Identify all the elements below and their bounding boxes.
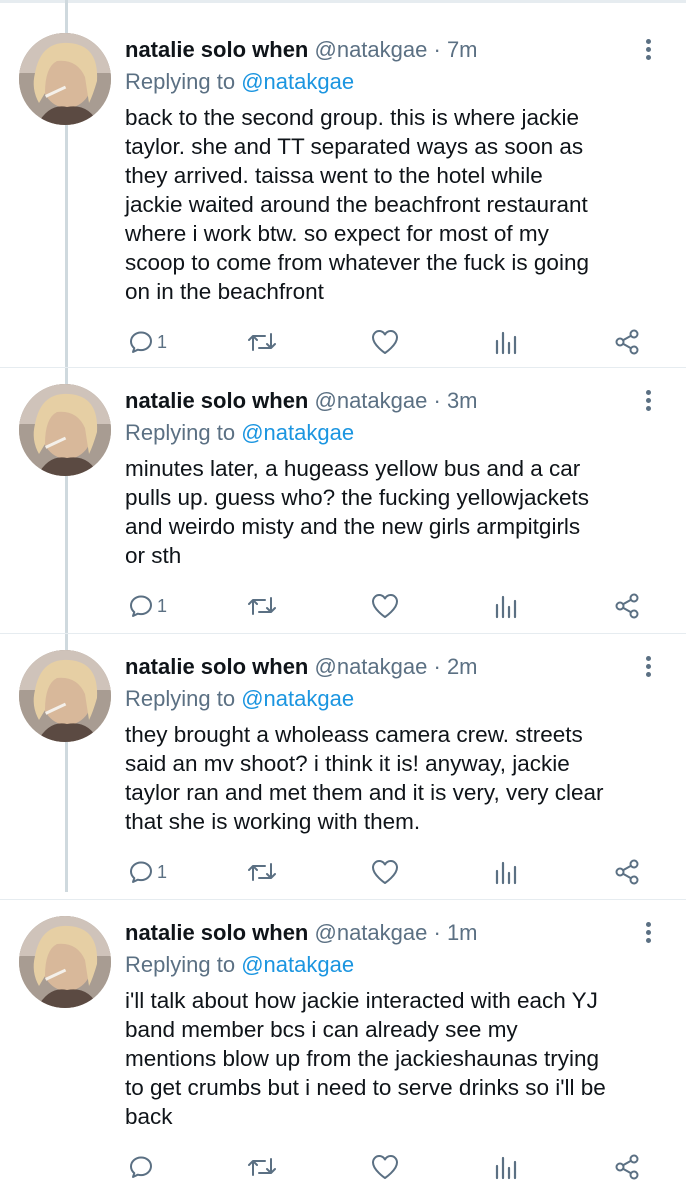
share-icon bbox=[615, 1154, 639, 1180]
display-name[interactable]: natalie solo when bbox=[125, 654, 308, 679]
separator-dot: · bbox=[433, 920, 441, 945]
share-button[interactable] bbox=[613, 590, 641, 622]
replying-to-mention[interactable]: @natakgae bbox=[241, 69, 354, 94]
tweet-2[interactable]: natalie solo when @natakgae · 3m Replyin… bbox=[0, 384, 686, 634]
display-name[interactable]: natalie solo when bbox=[125, 37, 308, 62]
avatar[interactable] bbox=[19, 384, 111, 476]
action-bar: 1 bbox=[125, 326, 655, 358]
display-name[interactable]: natalie solo when bbox=[125, 920, 308, 945]
reply-icon bbox=[130, 1156, 152, 1178]
share-button[interactable] bbox=[613, 856, 641, 888]
tweet-text: they brought a wholeass camera crew. str… bbox=[125, 722, 604, 834]
tweet-divider bbox=[0, 633, 686, 634]
retweet-icon bbox=[248, 863, 276, 881]
replying-to: Replying to @natakgae bbox=[125, 418, 354, 448]
replying-to: Replying to @natakgae bbox=[125, 67, 354, 97]
avatar[interactable] bbox=[19, 650, 111, 742]
display-name[interactable]: natalie solo when bbox=[125, 388, 308, 413]
reply-icon bbox=[130, 861, 152, 883]
analytics-button[interactable] bbox=[493, 590, 519, 622]
action-bar bbox=[125, 1151, 655, 1183]
timestamp[interactable]: 1m bbox=[447, 920, 478, 945]
retweet-button[interactable] bbox=[247, 856, 277, 888]
analytics-icon bbox=[495, 861, 517, 885]
replying-to-mention[interactable]: @natakgae bbox=[241, 952, 354, 977]
replying-to-mention[interactable]: @natakgae bbox=[241, 420, 354, 445]
share-button[interactable] bbox=[613, 1151, 641, 1183]
tweet-text: back to the second group. this is where … bbox=[125, 105, 589, 304]
tweet-3[interactable]: natalie solo when @natakgae · 2m Replyin… bbox=[0, 650, 686, 900]
timestamp[interactable]: 3m bbox=[447, 388, 478, 413]
replying-to: Replying to @natakgae bbox=[125, 684, 354, 714]
separator-dot: · bbox=[433, 654, 441, 679]
user-handle[interactable]: @natakgae bbox=[315, 388, 428, 413]
reply-button[interactable] bbox=[129, 1151, 157, 1183]
avatar[interactable] bbox=[19, 33, 111, 125]
user-handle[interactable]: @natakgae bbox=[315, 654, 428, 679]
reply-icon bbox=[130, 595, 152, 617]
reply-button[interactable]: 1 bbox=[129, 590, 167, 622]
like-button[interactable] bbox=[371, 326, 399, 358]
reply-button[interactable]: 1 bbox=[129, 326, 167, 358]
tweet-divider bbox=[0, 367, 686, 368]
analytics-button[interactable] bbox=[493, 856, 519, 888]
retweet-icon bbox=[248, 333, 276, 351]
like-icon bbox=[372, 1155, 398, 1179]
user-handle[interactable]: @natakgae bbox=[315, 37, 428, 62]
retweet-button[interactable] bbox=[247, 326, 277, 358]
share-icon bbox=[615, 593, 639, 619]
reply-count: 1 bbox=[157, 861, 168, 882]
tweet-divider bbox=[0, 899, 686, 900]
retweet-button[interactable] bbox=[247, 590, 277, 622]
share-icon bbox=[615, 329, 639, 355]
replying-to-label: Replying to bbox=[125, 420, 236, 445]
replying-to: Replying to @natakgae bbox=[125, 950, 354, 980]
avatar[interactable] bbox=[19, 916, 111, 1008]
more-options-icon[interactable] bbox=[638, 37, 660, 63]
like-icon bbox=[372, 594, 398, 618]
share-icon bbox=[615, 859, 639, 885]
tweet-text: minutes later, a hugeass yellow bus and … bbox=[125, 456, 590, 568]
separator-dot: · bbox=[433, 388, 441, 413]
analytics-button[interactable] bbox=[493, 1151, 519, 1183]
more-options-icon[interactable] bbox=[638, 388, 660, 414]
replying-to-label: Replying to bbox=[125, 952, 236, 977]
separator-dot: · bbox=[433, 37, 441, 62]
retweet-button[interactable] bbox=[247, 1151, 277, 1183]
share-button[interactable] bbox=[613, 326, 641, 358]
tweet-header: natalie solo when @natakgae · 2m bbox=[125, 652, 478, 682]
reply-count: 1 bbox=[157, 331, 168, 352]
retweet-icon bbox=[248, 1158, 276, 1176]
like-button[interactable] bbox=[371, 856, 399, 888]
tweet-header: natalie solo when @natakgae · 1m bbox=[125, 918, 478, 948]
top-divider bbox=[0, 0, 686, 3]
analytics-icon bbox=[495, 331, 517, 355]
tweet-4[interactable]: natalie solo when @natakgae · 1m Replyin… bbox=[0, 916, 686, 1200]
user-handle[interactable]: @natakgae bbox=[315, 920, 428, 945]
tweet-header: natalie solo when @natakgae · 7m bbox=[125, 35, 478, 65]
tweet-header: natalie solo when @natakgae · 3m bbox=[125, 386, 478, 416]
replying-to-mention[interactable]: @natakgae bbox=[241, 686, 354, 711]
timestamp[interactable]: 2m bbox=[447, 654, 478, 679]
reply-icon bbox=[130, 331, 152, 353]
retweet-icon bbox=[248, 597, 276, 615]
timestamp[interactable]: 7m bbox=[447, 37, 478, 62]
reply-button[interactable]: 1 bbox=[129, 856, 167, 888]
analytics-icon bbox=[495, 1156, 517, 1180]
tweet-1[interactable]: natalie solo when @natakgae · 7m Replyin… bbox=[0, 33, 686, 368]
more-options-icon[interactable] bbox=[638, 654, 660, 680]
like-button[interactable] bbox=[371, 590, 399, 622]
reply-count: 1 bbox=[157, 595, 168, 616]
analytics-button[interactable] bbox=[493, 326, 519, 358]
like-icon bbox=[372, 330, 398, 354]
action-bar: 1 bbox=[125, 590, 655, 622]
like-icon bbox=[372, 860, 398, 884]
action-bar: 1 bbox=[125, 856, 655, 888]
replying-to-label: Replying to bbox=[125, 686, 236, 711]
more-options-icon[interactable] bbox=[638, 920, 660, 946]
analytics-icon bbox=[495, 595, 517, 619]
replying-to-label: Replying to bbox=[125, 69, 236, 94]
like-button[interactable] bbox=[371, 1151, 399, 1183]
tweet-text: i'll talk about how jackie interacted wi… bbox=[125, 988, 606, 1129]
